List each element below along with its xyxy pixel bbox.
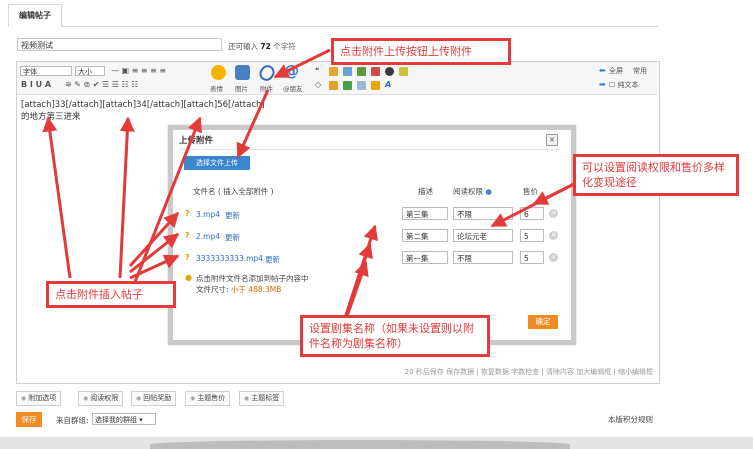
callout-upload: 点击附件上传按钮上传附件 [331,38,511,65]
callout-episode: 设置剧集名称（如果未设置则以附件名称为剧集名称） [300,315,490,357]
callout-insert: 点击附件插入帖子 [46,281,176,308]
annotation-arrows [42,48,579,323]
arrow-insert-2 [118,116,135,279]
arrow-price [532,180,579,206]
arrow-insert-6 [133,116,202,283]
callout-perm: 可以设置阅读权限和售价多样化变现途径 [573,154,739,196]
arrow-to-attach-button [273,48,331,79]
arrow-insert-1 [42,116,72,279]
arrow-to-select-button [236,89,270,159]
arrow-episode-3 [343,260,369,323]
